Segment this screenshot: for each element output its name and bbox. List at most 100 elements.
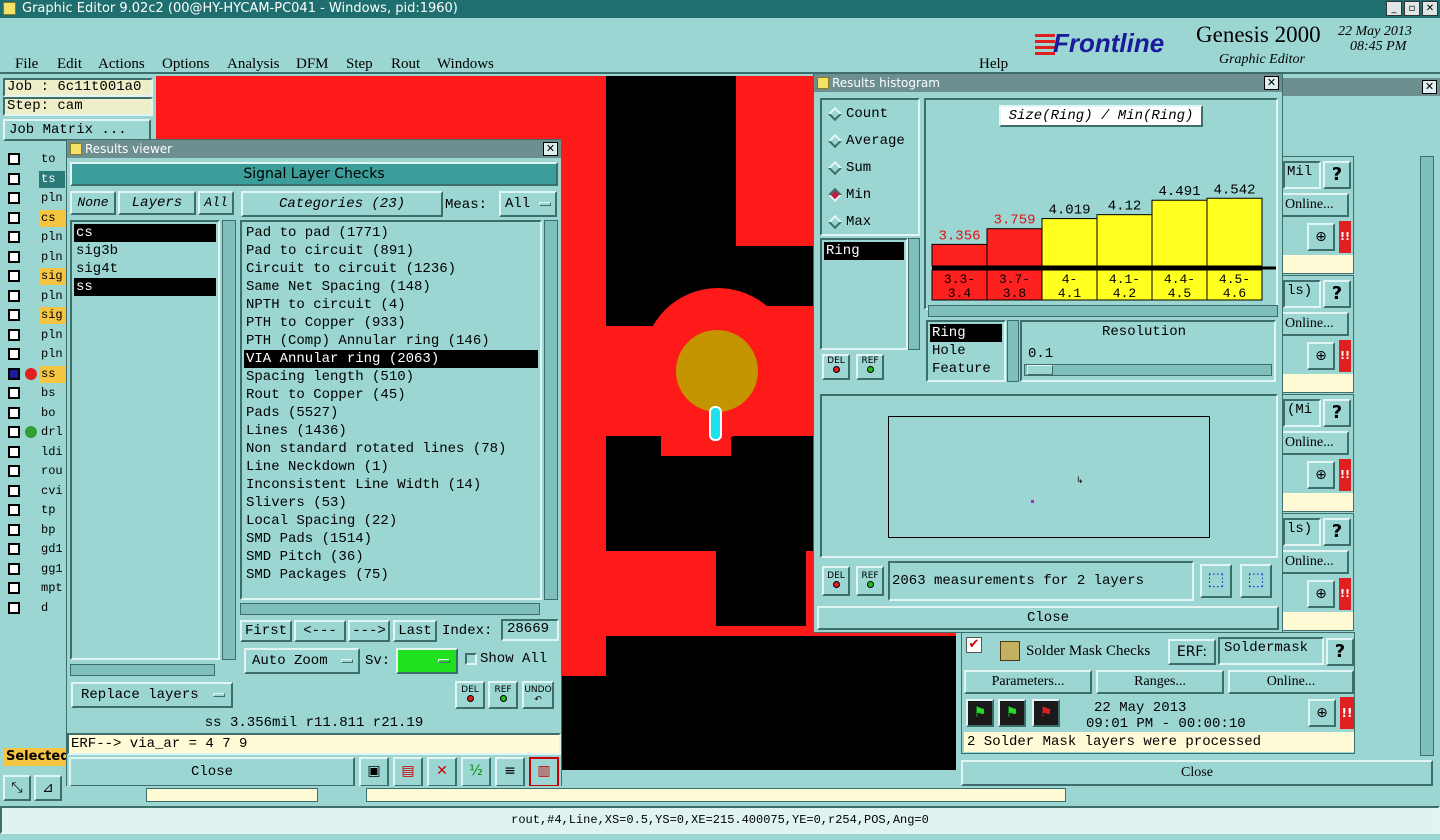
mode-radio-sum[interactable]: Sum bbox=[826, 158, 918, 180]
layers-tab[interactable]: Layers bbox=[118, 191, 196, 215]
online-button[interactable]: Online... bbox=[1228, 670, 1354, 694]
layer-row[interactable]: pln bbox=[3, 190, 65, 207]
field-listbox[interactable]: Ring bbox=[820, 238, 908, 350]
maximize-button[interactable]: ▫ bbox=[1404, 1, 1420, 16]
histogram-bar[interactable] bbox=[1206, 197, 1263, 267]
report-icon[interactable]: ▤ bbox=[393, 757, 423, 787]
histogram-bar[interactable] bbox=[1151, 199, 1208, 267]
parameters-button[interactable]: Parameters... bbox=[964, 670, 1092, 694]
index-field[interactable]: 28669 bbox=[501, 619, 559, 641]
menu-windows[interactable]: Windows bbox=[437, 56, 494, 73]
category-item[interactable]: Slivers (53) bbox=[244, 494, 538, 512]
erf-field[interactable]: Soldermask bbox=[1218, 637, 1324, 665]
layer-list-item[interactable]: sig4t bbox=[74, 260, 216, 278]
histogram-bar[interactable] bbox=[1096, 214, 1153, 267]
layer-checkbox[interactable] bbox=[8, 153, 20, 165]
category-listbox[interactable]: Pad to pad (1771) Pad to circuit (891) Cir… bbox=[240, 220, 542, 600]
histogram-icon[interactable]: ▥ bbox=[529, 757, 559, 787]
axis-field-scrollbar[interactable] bbox=[1007, 320, 1019, 382]
check-erf-field[interactable]: ls) bbox=[1283, 518, 1321, 546]
category-item[interactable]: Pad to pad (1771) bbox=[244, 224, 538, 242]
layer-label[interactable]: cs bbox=[39, 209, 65, 227]
layer-label[interactable]: drl bbox=[39, 424, 65, 441]
layer-checkbox[interactable] bbox=[8, 348, 20, 360]
field-item-ring[interactable]: Ring bbox=[824, 242, 904, 260]
check-online-button[interactable]: Online... bbox=[1281, 193, 1349, 217]
layer-row[interactable]: sig bbox=[3, 307, 65, 324]
mode-radio-max[interactable]: Max bbox=[826, 212, 918, 234]
check-erf-field[interactable]: Mil bbox=[1283, 161, 1321, 189]
check-online-button[interactable]: Online... bbox=[1281, 312, 1349, 336]
layer-label[interactable]: ldi bbox=[39, 443, 65, 461]
help-icon[interactable]: ? bbox=[1323, 518, 1351, 546]
ref-button[interactable]: REF bbox=[488, 681, 518, 709]
export-chart-icon[interactable]: ⬚ bbox=[1200, 564, 1232, 598]
layer-checkbox[interactable] bbox=[8, 562, 20, 575]
menu-step[interactable]: Step bbox=[346, 56, 373, 73]
category-item[interactable]: PTH (Comp) Annular ring (146) bbox=[244, 332, 538, 350]
layer-checkbox[interactable] bbox=[8, 250, 20, 263]
mode-radio-min[interactable]: Min bbox=[826, 185, 918, 207]
menu-dfm[interactable]: DFM bbox=[296, 56, 329, 73]
layer-checkbox[interactable] bbox=[8, 523, 20, 536]
del-button[interactable]: DEL bbox=[455, 681, 485, 709]
category-item[interactable]: Rout to Copper (45) bbox=[244, 386, 538, 404]
histogram-bar[interactable] bbox=[986, 228, 1043, 267]
layer-checkbox[interactable] bbox=[8, 582, 20, 594]
layer-checkbox[interactable] bbox=[8, 445, 20, 458]
layer-checkbox[interactable] bbox=[8, 328, 20, 341]
layer-label[interactable]: bp bbox=[39, 521, 65, 539]
layer-checkbox[interactable] bbox=[8, 192, 20, 204]
layer-label[interactable]: bs bbox=[39, 385, 65, 402]
help-icon[interactable]: ? bbox=[1323, 161, 1351, 189]
layer-label[interactable]: mpt bbox=[39, 580, 65, 597]
layer-row[interactable]: pln bbox=[3, 287, 65, 305]
layer-list-scrollbar[interactable] bbox=[222, 220, 236, 660]
layer-label[interactable]: pln bbox=[39, 229, 65, 246]
category-item[interactable]: SMD Pitch (36) bbox=[244, 548, 538, 566]
layer-label[interactable]: pln bbox=[39, 190, 65, 207]
layer-row[interactable]: tp bbox=[3, 502, 65, 519]
layer-list-item[interactable]: cs bbox=[74, 224, 216, 242]
layer-label[interactable]: pln bbox=[39, 346, 65, 363]
layer-row[interactable]: drl bbox=[3, 424, 65, 441]
layer-label[interactable]: d bbox=[39, 599, 65, 617]
check-online-button[interactable]: Online... bbox=[1281, 550, 1349, 574]
layer-row[interactable]: ts bbox=[3, 170, 65, 188]
run-icon[interactable]: ⚑ bbox=[998, 699, 1026, 727]
auto-zoom-select[interactable]: Auto Zoom bbox=[244, 648, 360, 674]
help-icon[interactable]: ? bbox=[1326, 638, 1354, 666]
axis-item-hole[interactable]: Hole bbox=[930, 342, 1002, 360]
layer-row[interactable]: d bbox=[3, 599, 65, 617]
hist-ref-button[interactable]: REF bbox=[856, 354, 884, 380]
category-scrollbar[interactable] bbox=[544, 220, 558, 600]
layer-label[interactable]: sig bbox=[39, 307, 65, 324]
hist-del-button[interactable]: DEL bbox=[822, 354, 850, 380]
none-button[interactable]: None bbox=[70, 191, 116, 215]
category-item[interactable]: Lines (1436) bbox=[244, 422, 538, 440]
layer-row[interactable]: bp bbox=[3, 521, 65, 539]
categories-tab[interactable]: Categories (23) bbox=[241, 191, 443, 217]
layer-label[interactable]: pln bbox=[39, 326, 65, 344]
layer-checkbox[interactable] bbox=[8, 465, 20, 477]
zoom-tool-icon[interactable]: ⤡ bbox=[3, 775, 31, 801]
axis-item-ring[interactable]: Ring bbox=[930, 324, 1002, 342]
sort-icon[interactable]: ½ bbox=[461, 757, 491, 787]
layer-row[interactable]: ss bbox=[3, 365, 65, 383]
zoom-icon[interactable]: ⊕ bbox=[1307, 342, 1335, 370]
check-online-button[interactable]: Online... bbox=[1281, 431, 1349, 455]
hist-del2-button[interactable]: DEL bbox=[822, 566, 850, 596]
first-button[interactable]: First bbox=[240, 620, 292, 642]
category-item[interactable]: NPTH to circuit (4) bbox=[244, 296, 538, 314]
layer-list-item[interactable]: sig3b bbox=[74, 242, 216, 260]
layer-checkbox[interactable] bbox=[8, 211, 20, 224]
axis-item-feature[interactable]: Feature bbox=[930, 360, 1002, 378]
axis-field-listbox[interactable]: Ring Hole Feature bbox=[926, 320, 1006, 382]
ranges-button[interactable]: Ranges... bbox=[1096, 670, 1224, 694]
checks-scrollbar[interactable] bbox=[1420, 156, 1434, 756]
layer-listbox[interactable]: cs sig3b sig4t ss bbox=[70, 220, 220, 660]
prev-button[interactable]: <--- bbox=[294, 620, 346, 642]
zoom-icon[interactable]: ⊕ bbox=[1307, 580, 1335, 608]
zoom-icon[interactable]: ⊕ bbox=[1307, 461, 1335, 489]
minimize-button[interactable]: _ bbox=[1386, 1, 1402, 16]
